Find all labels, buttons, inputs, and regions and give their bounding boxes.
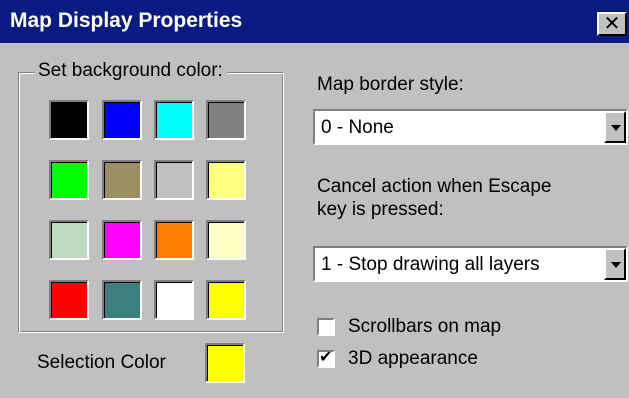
swatch-magenta[interactable] [102,220,142,260]
border-style-dropdown-button[interactable] [604,111,626,143]
cancel-action-label-line2: key is pressed: [317,199,444,220]
swatch-orange[interactable] [154,220,194,260]
swatch-yellow[interactable] [206,280,246,320]
border-style-value: 0 - None [321,117,394,138]
cancel-action-dropdown[interactable]: 1 - Stop drawing all layers [313,246,628,282]
window-title: Map Display Properties [10,9,243,32]
background-color-legend: Set background color: [34,60,227,82]
cancel-action-dropdown-button[interactable] [604,248,626,280]
cancel-action-value: 1 - Stop drawing all layers [321,254,540,275]
swatch-khaki[interactable] [102,160,142,200]
swatch-teal[interactable] [102,280,142,320]
swatch-red[interactable] [49,280,89,320]
swatch-green[interactable] [49,160,89,200]
close-button[interactable]: ✕ [597,12,627,36]
scrollbars-checkbox[interactable] [317,318,335,336]
border-style-dropdown[interactable]: 0 - None [313,109,628,145]
swatch-cream[interactable] [206,220,246,260]
appearance-3d-label: 3D appearance [348,348,478,369]
swatch-pale-green[interactable] [49,220,89,260]
swatch-light-yellow[interactable] [206,160,246,200]
border-style-label: Map border style: [317,74,464,95]
swatch-white[interactable] [154,280,194,320]
close-icon: ✕ [603,11,621,35]
selection-color-swatch[interactable] [205,343,245,383]
appearance-3d-checkbox[interactable]: ✔ [317,347,335,368]
cancel-action-label-line1: Cancel action when Escape [317,176,552,197]
chevron-down-icon [611,125,621,131]
selection-color-label: Selection Color [37,352,166,373]
swatch-blue[interactable] [102,100,142,140]
swatch-light-gray[interactable] [154,160,194,200]
swatch-black[interactable] [49,100,89,140]
title-bar: Map Display Properties ✕ [0,0,629,43]
chevron-down-icon [611,262,621,268]
appearance-3d-check-icon: ✔ [319,347,333,366]
scrollbars-label: Scrollbars on map [348,316,502,337]
swatch-cyan[interactable] [154,100,194,140]
swatch-gray[interactable] [206,100,246,140]
